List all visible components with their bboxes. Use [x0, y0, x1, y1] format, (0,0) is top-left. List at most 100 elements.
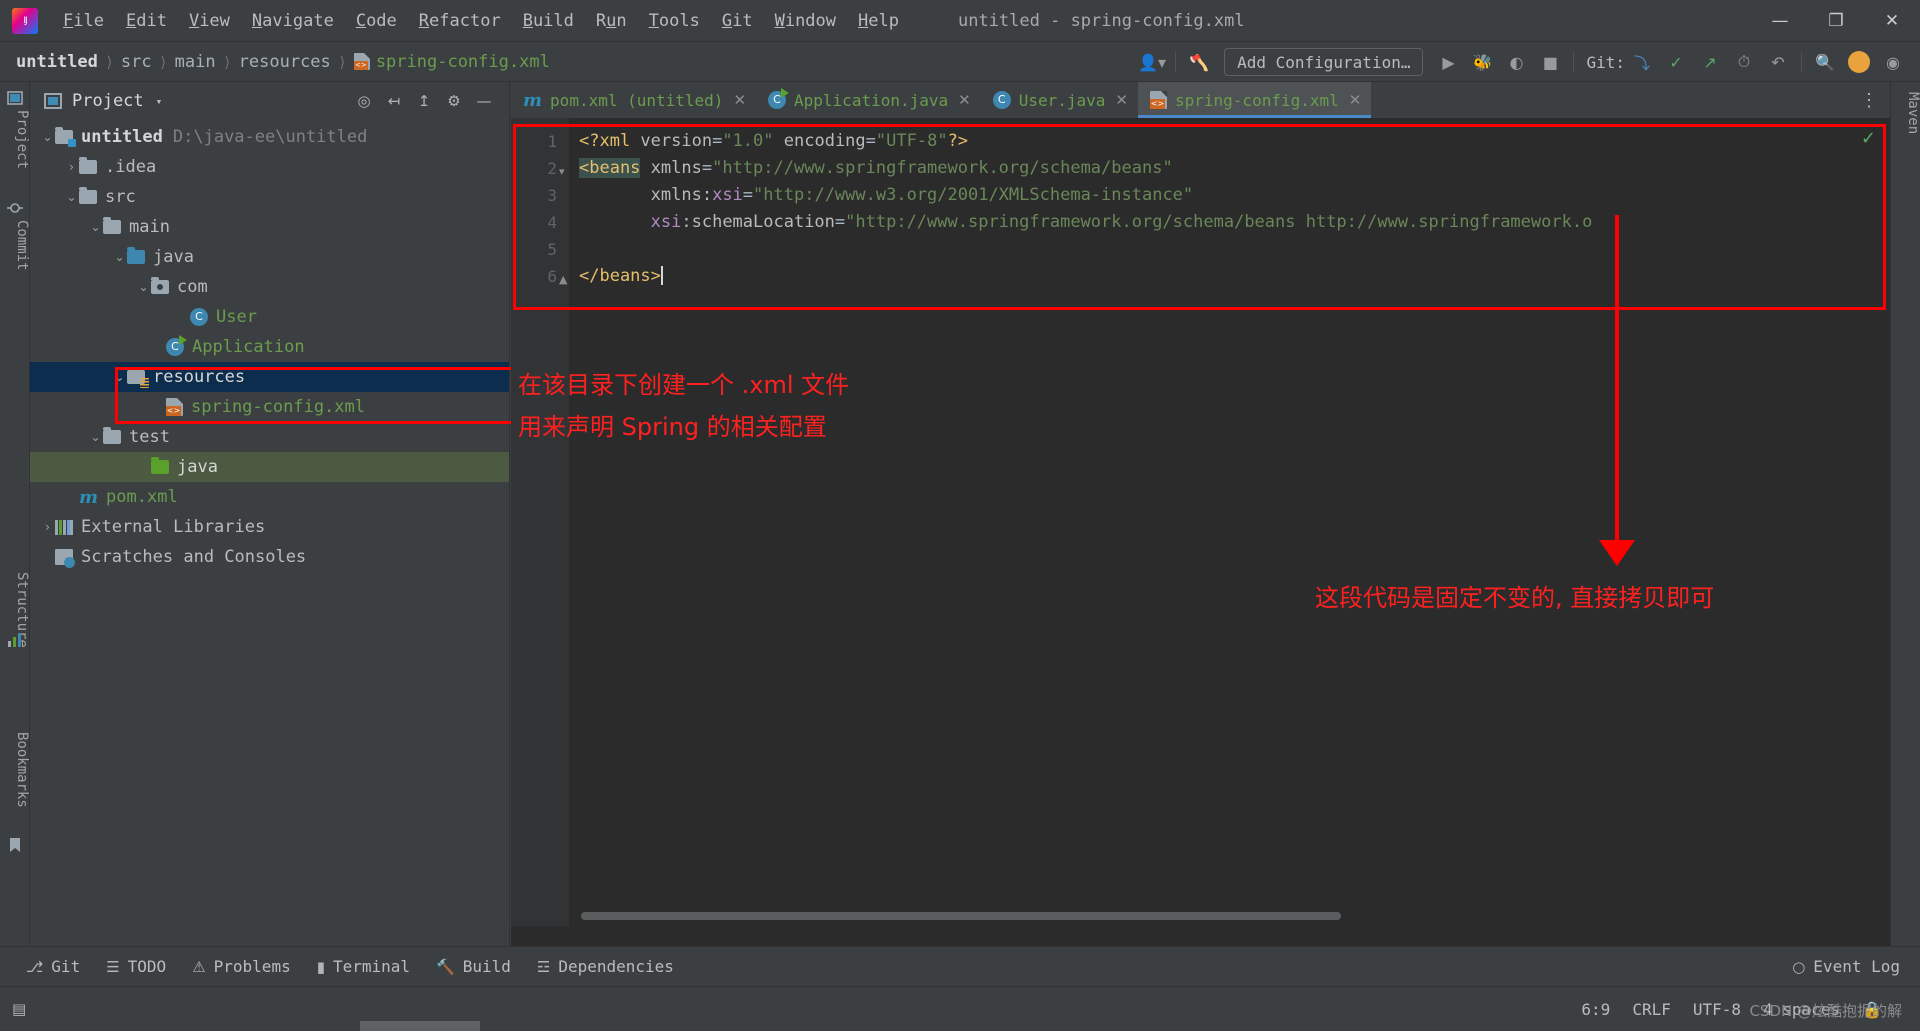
maximize-button[interactable]: ❐: [1808, 0, 1864, 42]
git-history-icon[interactable]: ⏱: [1727, 45, 1761, 79]
chevron-down-icon[interactable]: ⌄: [136, 280, 151, 294]
chevron-down-icon[interactable]: ⌄: [88, 430, 103, 444]
status-layout-icon[interactable]: ▤: [12, 1000, 34, 1018]
tab-pom-xml[interactable]: m pom.xml (untitled) ✕: [511, 82, 756, 118]
bottom-tab-dependencies[interactable]: ☲ Dependencies: [537, 957, 674, 976]
event-log-button[interactable]: ○ Event Log: [1792, 957, 1900, 976]
file-encoding[interactable]: UTF-8: [1693, 1000, 1741, 1019]
chevron-down-icon[interactable]: ⌄: [112, 250, 127, 264]
search-icon[interactable]: 🔍: [1808, 45, 1842, 79]
tree-node-external-libraries[interactable]: › External Libraries: [30, 512, 509, 542]
chevron-right-icon[interactable]: ›: [40, 520, 55, 534]
chevron-down-icon[interactable]: ▾: [156, 95, 163, 108]
horizontal-scrollbar[interactable]: [581, 912, 1341, 920]
chevron-right-icon[interactable]: ›: [64, 160, 79, 174]
chevron-down-icon[interactable]: ⌄: [88, 220, 103, 234]
tree-node-application[interactable]: ⌄ C Application: [30, 332, 509, 362]
tree-node-user[interactable]: ⌄ C User: [30, 302, 509, 332]
collapse-all-icon[interactable]: ↥: [409, 86, 439, 116]
tab-application-java[interactable]: C Application.java ✕: [756, 82, 981, 118]
sidebar-item-maven[interactable]: Maven: [1891, 92, 1920, 134]
bottom-tab-terminal[interactable]: ▮ Terminal: [317, 957, 410, 976]
breadcrumb-spring-config-xml[interactable]: spring-config.xml: [353, 52, 550, 72]
xml-file-icon: [353, 53, 370, 70]
debug-icon[interactable]: 🐝: [1465, 45, 1499, 79]
tree-node-main-java[interactable]: ⌄ java: [30, 242, 509, 272]
close-button[interactable]: ✕: [1864, 0, 1920, 42]
locate-target-icon[interactable]: ◎: [349, 86, 379, 116]
sidebar-item-project[interactable]: Project: [0, 110, 30, 169]
breadcrumb-resources[interactable]: resources: [239, 52, 331, 72]
tree-node-pom-xml[interactable]: ⌄ m pom.xml: [30, 482, 509, 512]
bottom-tab-todo[interactable]: ☰ TODO: [106, 957, 166, 976]
tree-node-resources[interactable]: ⌄ resources: [30, 362, 509, 392]
breadcrumb-main[interactable]: main: [175, 52, 216, 72]
menu-file[interactable]: File: [52, 7, 115, 35]
menu-window[interactable]: Window: [764, 7, 847, 35]
breadcrumb-untitled[interactable]: untitled: [16, 52, 98, 72]
minimize-button[interactable]: —: [1752, 0, 1808, 42]
tab-close-icon[interactable]: ✕: [1349, 91, 1362, 109]
caret-position[interactable]: 6:9: [1581, 1000, 1610, 1019]
breadcrumb-src[interactable]: src: [121, 52, 152, 72]
tree-node-test[interactable]: ⌄ test: [30, 422, 509, 452]
menu-git[interactable]: Git: [711, 7, 764, 35]
tab-spring-config-xml[interactable]: spring-config.xml ✕: [1138, 82, 1372, 118]
hide-panel-icon[interactable]: —: [469, 86, 499, 116]
git-push-icon[interactable]: ↗: [1693, 45, 1727, 79]
inspection-status-icon[interactable]: ✓: [1861, 128, 1876, 149]
tree-node-spring-config-xml[interactable]: ⌄ spring-config.xml: [30, 392, 509, 422]
menu-code[interactable]: Code: [345, 7, 408, 35]
tree-node-com[interactable]: ⌄ com: [30, 272, 509, 302]
tab-user-java[interactable]: C User.java ✕: [981, 82, 1138, 118]
dependencies-icon: ☲: [536, 957, 551, 976]
git-commit-icon[interactable]: ✓: [1659, 45, 1693, 79]
run-with-coverage-icon[interactable]: ◐: [1499, 45, 1533, 79]
more-vertical-icon[interactable]: ⋮: [1860, 82, 1890, 118]
bottom-tab-build[interactable]: 🔨 Build: [436, 957, 511, 976]
tab-label: Application.java: [794, 90, 949, 110]
expand-all-icon[interactable]: ↤: [379, 86, 409, 116]
bottom-tab-problems[interactable]: ⚠ Problems: [192, 957, 291, 976]
sidebar-item-bookmarks[interactable]: Bookmarks: [0, 732, 30, 808]
line-separator[interactable]: CRLF: [1632, 1000, 1671, 1019]
tree-node-idea[interactable]: › .idea: [30, 152, 509, 182]
chevron-down-icon[interactable]: ⌄: [40, 130, 55, 144]
menu-navigate[interactable]: Navigate: [241, 7, 345, 35]
plugin-icon[interactable]: ◉: [1876, 45, 1910, 79]
menu-run[interactable]: Run: [585, 7, 638, 35]
sidebar-item-commit[interactable]: Commit: [0, 220, 30, 271]
git-update-icon[interactable]: ⤵: [1625, 45, 1659, 79]
undo-icon[interactable]: ↶: [1761, 45, 1795, 79]
tree-node-untitled[interactable]: ⌄ untitled D:\java-ee\untitled: [30, 122, 509, 152]
menu-tools[interactable]: Tools: [638, 7, 711, 35]
settings-gear-icon[interactable]: ⚙: [439, 86, 469, 116]
menu-view[interactable]: View: [178, 7, 241, 35]
user-avatar-icon[interactable]: 👤▾: [1135, 45, 1169, 79]
run-icon[interactable]: ▶: [1431, 45, 1465, 79]
tab-close-icon[interactable]: ✕: [958, 91, 971, 109]
add-configuration-button[interactable]: Add Configuration…: [1224, 48, 1424, 76]
menu-edit[interactable]: Edit: [115, 7, 178, 35]
menu-build[interactable]: Build: [512, 7, 585, 35]
chevron-down-icon[interactable]: ⌄: [64, 190, 79, 204]
project-view-icon: [44, 93, 62, 109]
tree-node-main[interactable]: ⌄ main: [30, 212, 509, 242]
tree-node-src[interactable]: ⌄ src: [30, 182, 509, 212]
tree-node-scratches-and-consoles[interactable]: › Scratches and Consoles: [30, 542, 509, 572]
code-fold-end-icon[interactable]: ▲: [559, 273, 567, 286]
tree-node-test-java[interactable]: ⌄ java: [30, 452, 509, 482]
code-fold-collapse-icon[interactable]: ▾: [559, 165, 565, 178]
build-hammer-icon[interactable]: 🪓: [1182, 45, 1216, 79]
chevron-down-icon[interactable]: ⌄: [112, 370, 127, 384]
folder-resources-icon: [127, 367, 149, 388]
stop-icon[interactable]: ■: [1533, 45, 1567, 79]
code-editor[interactable]: 1 2 3 4 5 6 ▾ ▲ <?xml version="1.0" enco…: [511, 118, 1890, 926]
account-icon[interactable]: [1842, 45, 1876, 79]
menu-help[interactable]: Help: [847, 7, 910, 35]
bottom-bar-right: ○ Event Log: [1792, 957, 1900, 976]
menu-refactor[interactable]: Refactor: [408, 7, 512, 35]
tab-close-icon[interactable]: ✕: [733, 91, 746, 109]
bottom-tab-git[interactable]: ⎇ Git: [26, 957, 80, 976]
tab-close-icon[interactable]: ✕: [1115, 91, 1128, 109]
